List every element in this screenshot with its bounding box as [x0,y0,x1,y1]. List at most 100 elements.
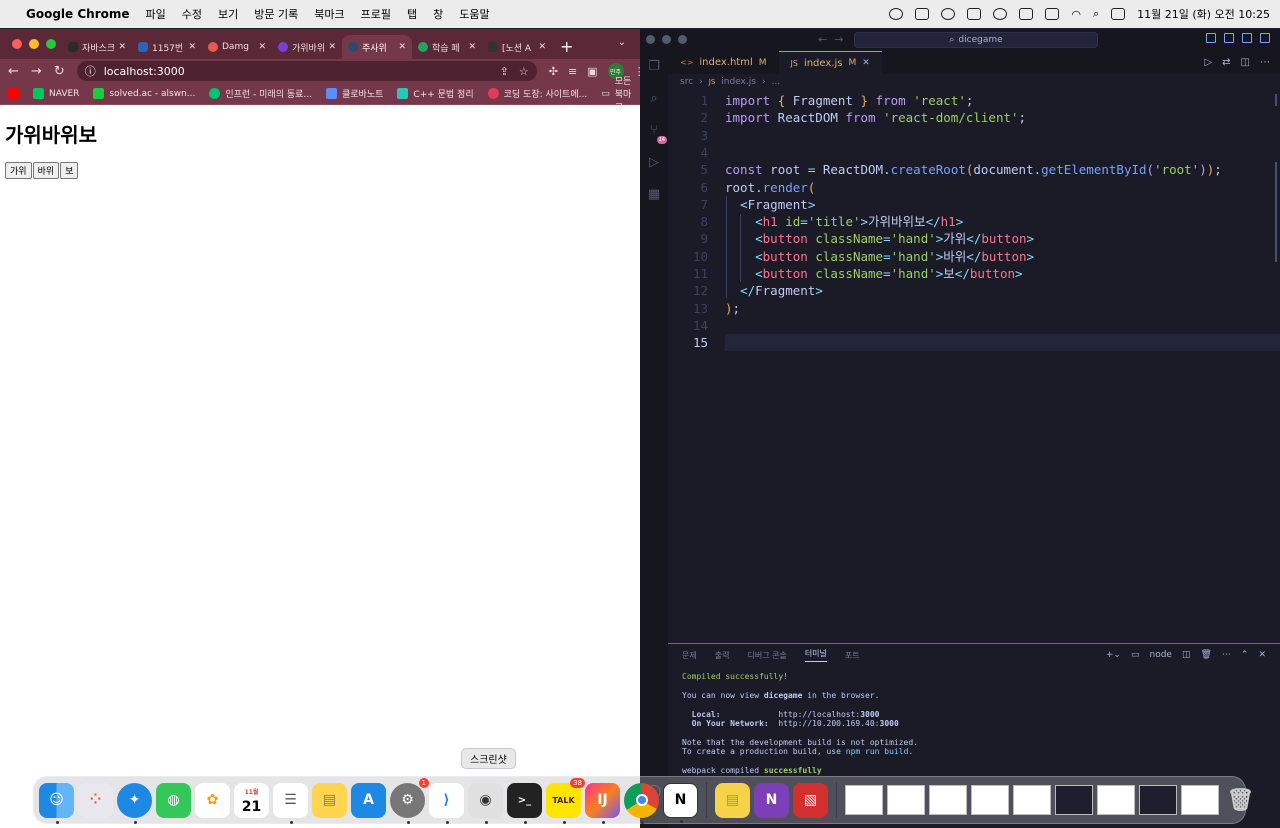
minimized-window-thumbnail[interactable] [1097,785,1135,815]
browser-tab[interactable]: 학습 페 ✕ [412,35,482,59]
status-app-icon[interactable] [889,8,904,20]
browser-tab[interactable]: 1157번 ✕ [132,35,202,59]
close-panel-icon[interactable]: ✕ [1258,650,1266,660]
paper-button[interactable]: 보 [60,162,79,179]
close-tab-icon[interactable]: ✕ [118,42,126,52]
control-center-icon[interactable] [1111,8,1126,20]
close-tab-icon[interactable]: ✕ [468,42,476,52]
command-center-search[interactable]: ⌕ dicegame [854,32,1098,48]
vscode-close-button[interactable] [646,35,655,44]
scissors-button[interactable]: 가위 [5,162,32,179]
side-panel-icon[interactable]: ▣ [587,65,597,78]
toggle-panel-icon[interactable] [1224,33,1234,43]
terminal-output[interactable]: Compiled successfully! You can now view … [668,666,1280,781]
source-control-icon[interactable]: ⑂ [646,123,667,144]
menu-edit[interactable]: 수정 [182,6,202,22]
photos-icon[interactable]: ✿ [195,782,230,818]
tab-index-js[interactable]: JS index.js M ✕ [778,51,882,74]
display-icon[interactable] [967,8,982,20]
run-debug-icon[interactable]: ▷ [646,155,662,171]
extensions-icon[interactable]: ✣ [549,65,558,78]
input-source-icon[interactable] [1019,8,1034,20]
menu-help[interactable]: 도움말 [459,6,489,22]
terminal-shell-label[interactable]: node [1149,650,1171,660]
intellij-icon[interactable]: IJ [585,782,620,824]
address-bar[interactable]: ⓘ localhost:3000 ⇪ ☆ [76,61,537,81]
bookmark-clova-note[interactable]: 클로바노트 [326,87,383,100]
minimized-window-thumbnail[interactable] [1013,785,1051,815]
forward-icon[interactable]: → [31,64,42,79]
bookmark-solved[interactable]: solved.ac - alswn... [93,88,195,99]
browser-tab[interactable]: Damg ✕ [202,35,272,59]
bookmark-youtube[interactable] [8,88,19,99]
vscode-icon[interactable]: ⟩ [429,782,464,824]
notion-icon[interactable]: N [663,782,698,823]
menu-window[interactable]: 창 [433,6,443,22]
minimized-window-thumbnail[interactable] [887,785,925,815]
wifi-icon[interactable]: ◠ [1071,8,1081,21]
play-icon[interactable] [993,8,1008,20]
trash-icon[interactable]: 🗑 [1223,783,1258,818]
compare-icon[interactable]: ⇄ [1222,57,1230,68]
vscode-minimize-button[interactable] [662,35,671,44]
acrobat-icon[interactable]: ▧ [793,782,828,818]
onenote-icon[interactable]: N [754,782,789,818]
run-icon[interactable]: ▷ [1204,57,1212,68]
site-info-icon[interactable]: ⓘ [85,63,96,79]
vscode-zoom-button[interactable] [678,35,687,44]
system-settings-icon[interactable]: ⚙ 1 [390,777,429,824]
close-tab-icon[interactable]: ✕ [328,42,336,52]
close-tab-icon[interactable]: ✕ [862,58,870,68]
split-terminal-icon[interactable]: ◫ [1182,650,1191,660]
minimized-window-thumbnail[interactable] [1139,785,1177,815]
toggle-secondary-sidebar-icon[interactable] [1242,33,1252,43]
tab-output[interactable]: 출력 [715,650,730,661]
browser-tab[interactable]: [노션 A ✕ [482,35,552,59]
app-store-icon[interactable]: A [351,782,386,818]
minimized-window-thumbnail[interactable] [929,785,967,815]
bookmark-cpp[interactable]: C++ 문법 정리 [397,87,474,100]
url-text[interactable]: localhost:3000 [104,65,185,78]
search-view-icon[interactable]: ⌕ [646,91,662,107]
share-icon[interactable]: ⇪ [500,65,509,78]
close-tab-icon[interactable]: ✕ [538,42,546,52]
bookmark-star-icon[interactable]: ☆ [519,65,529,78]
toggle-sidebar-icon[interactable] [1206,33,1216,43]
new-tab-button[interactable]: + [560,37,573,56]
minimized-window-thumbnail[interactable] [1055,785,1093,815]
battery-icon[interactable] [1045,8,1060,20]
browser-tab[interactable]: 가위바위 ✕ [272,35,342,59]
tab-index-html[interactable]: <> index.html M [668,51,779,74]
menu-tab[interactable]: 탭 [407,6,417,22]
minimized-window-thumbnail[interactable] [1181,785,1219,815]
reading-list-icon[interactable]: ≡ [568,65,577,78]
menu-view[interactable]: 보기 [218,6,238,22]
tab-terminal[interactable]: 터미널 [804,648,827,662]
menu-app-name[interactable]: Google Chrome [26,7,130,21]
back-icon[interactable]: ← [8,64,19,79]
more-actions-icon[interactable]: ⋯ [1260,57,1270,68]
calendar-icon[interactable]: 11월 21 [234,782,269,818]
tab-ports[interactable]: 포트 [845,650,860,661]
close-window-button[interactable] [12,39,22,49]
spotlight-icon[interactable]: ⌕ [1093,7,1099,21]
navigate-back-forward-icon[interactable]: ← → [818,33,843,46]
maximize-panel-icon[interactable]: ⌃ [1241,650,1249,660]
rock-button[interactable]: 바위 [32,162,60,179]
stickies-icon[interactable]: ▤ [715,782,750,818]
bookmark-inflearn[interactable]: 인프런 - 미래의 동료... [209,87,312,100]
minimized-window-thumbnail[interactable] [845,785,883,815]
menu-file[interactable]: 파일 [146,6,166,22]
safari-icon[interactable]: ✦ [117,782,152,824]
close-tab-icon[interactable]: ✕ [398,42,406,52]
split-editor-icon[interactable]: ◫ [1241,57,1250,68]
chrome-icon[interactable] [624,782,659,824]
bookmark-codingdojang[interactable]: 코딩 도장: 사이트에... [487,87,587,100]
extensions-view-icon[interactable]: ▦ [646,187,662,203]
tab-problems[interactable]: 문제 [682,650,697,661]
screenshot-icon[interactable]: ◉ [468,782,503,824]
close-tab-icon[interactable]: ✕ [188,42,196,52]
finder-icon[interactable]: ☺ [39,782,74,824]
terminal-icon[interactable]: >_ [507,782,542,824]
menu-profiles[interactable]: 프로필 [361,6,391,22]
